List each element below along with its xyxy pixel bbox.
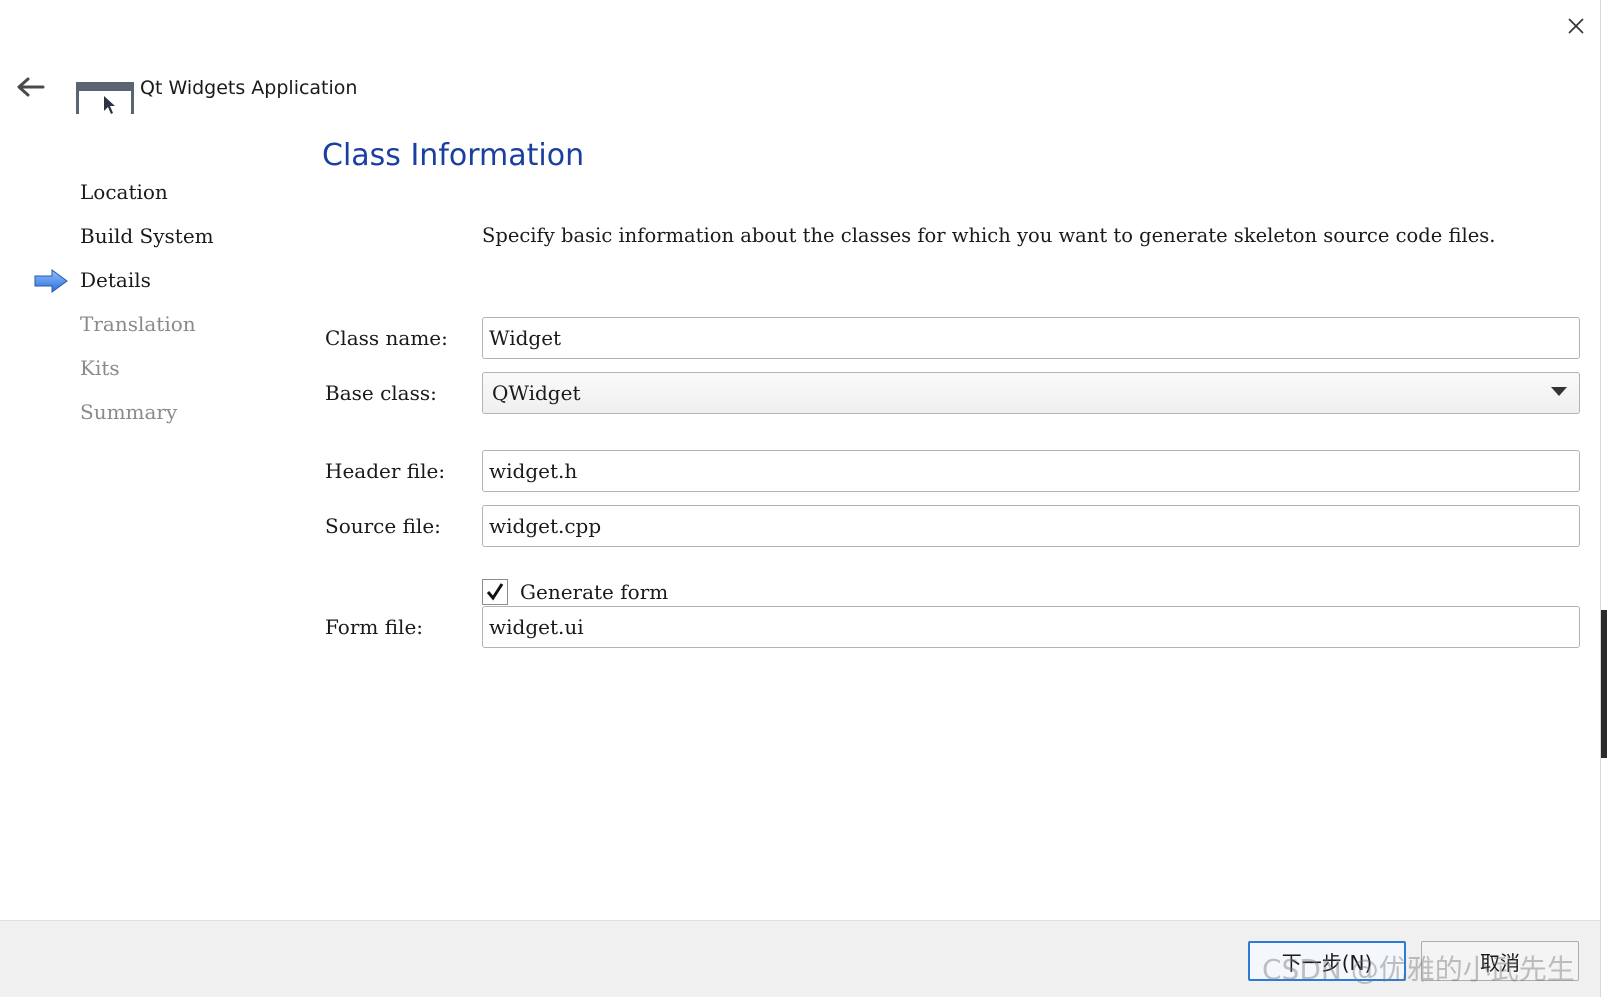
base-class-value: QWidget	[492, 381, 581, 405]
source-file-label: Source file:	[325, 514, 441, 538]
close-icon	[1568, 18, 1584, 34]
step-location: Location	[80, 180, 168, 204]
base-class-label: Base class:	[325, 381, 437, 405]
step-build-system: Build System	[80, 224, 214, 248]
back-arrow-icon	[17, 77, 45, 97]
wizard-title: Qt Widgets Application	[140, 77, 358, 99]
checkmark-icon	[486, 583, 504, 601]
form-file-label: Form file:	[325, 615, 424, 639]
generate-form-checkbox[interactable]	[482, 579, 508, 605]
step-details: Details	[0, 258, 300, 302]
chevron-down-icon	[1551, 387, 1567, 396]
back-button[interactable]	[10, 70, 50, 104]
base-class-select[interactable]: QWidget	[482, 372, 1580, 414]
page-description: Specify basic information about the clas…	[482, 224, 1496, 247]
generate-form-label: Generate form	[520, 580, 669, 604]
background-window-edge	[1600, 0, 1607, 997]
source-file-input[interactable]	[482, 505, 1580, 547]
next-button[interactable]: 下一步(N)	[1248, 941, 1406, 981]
page-title: Class Information	[322, 138, 585, 173]
cancel-button[interactable]: 取消	[1421, 941, 1579, 981]
step-translation: Translation	[80, 312, 196, 336]
step-details-label: Details	[80, 268, 151, 292]
wizard-steps: Location Build System Details Translatio…	[0, 170, 300, 434]
application-window-icon	[76, 82, 134, 114]
header-file-label: Header file:	[325, 459, 446, 483]
step-summary: Summary	[80, 400, 178, 424]
close-button[interactable]	[1558, 8, 1594, 44]
form-file-input[interactable]	[482, 606, 1580, 648]
step-kits: Kits	[80, 356, 120, 380]
class-name-label: Class name:	[325, 326, 448, 350]
generate-form-checkbox-row[interactable]: Generate form	[482, 578, 668, 606]
button-bar: 下一步(N) 取消	[0, 920, 1600, 997]
wizard-dialog: Qt Widgets Application Location Build Sy…	[0, 0, 1607, 997]
cursor-icon	[104, 96, 115, 114]
current-step-arrow-icon	[34, 269, 68, 293]
header-file-input[interactable]	[482, 450, 1580, 492]
class-name-input[interactable]	[482, 317, 1580, 359]
